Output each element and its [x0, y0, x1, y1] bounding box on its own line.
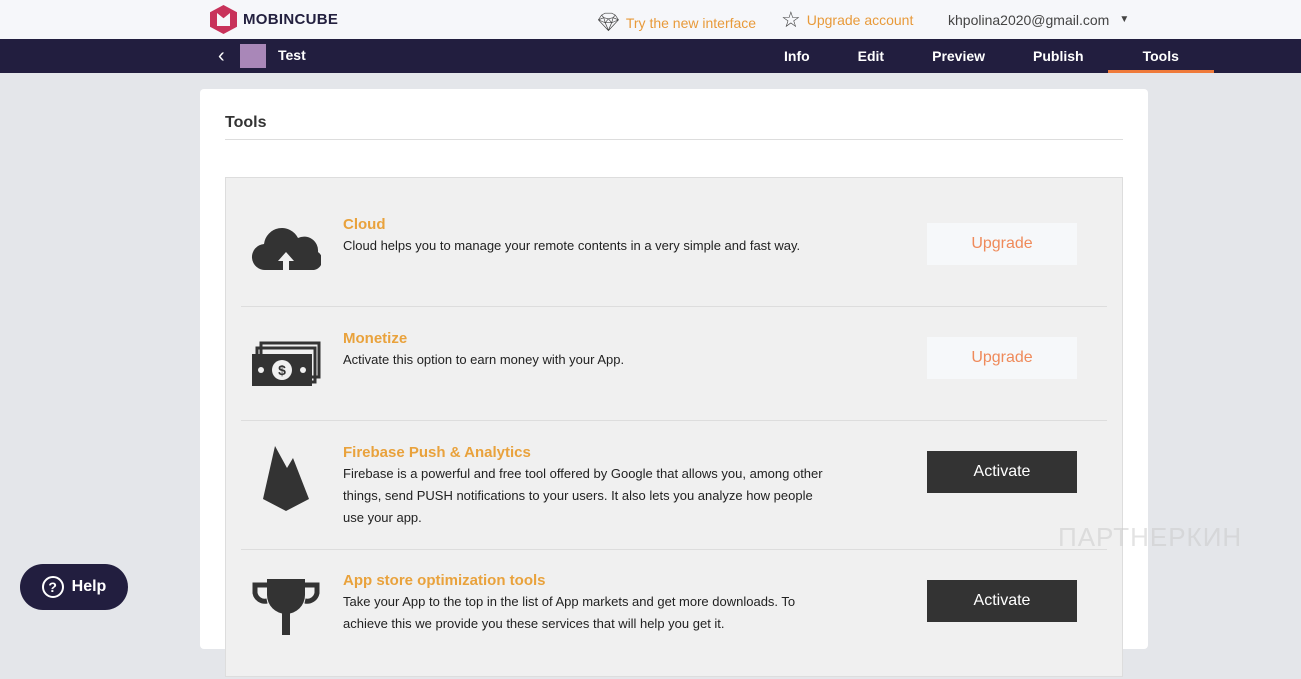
- tool-description: Firebase is a powerful and free tool off…: [343, 466, 823, 525]
- tool-description: Take your App to the top in the list of …: [343, 594, 796, 631]
- star-icon: ☆: [781, 7, 801, 32]
- logo-icon: [210, 5, 237, 34]
- tools-list: Cloud Cloud helps you to manage your rem…: [225, 177, 1123, 677]
- tools-card: Tools Cloud Cloud helps you to manage yo…: [200, 89, 1148, 677]
- user-menu[interactable]: khpolina2020@gmail.com ▼: [948, 12, 1129, 28]
- cloud-upload-icon: [252, 228, 321, 271]
- tab-tools[interactable]: Tools: [1107, 39, 1214, 73]
- tool-title: App store optimization tools: [343, 572, 546, 589]
- tool-row-monetize: $ Monetize Activate this option to earn …: [241, 307, 1107, 421]
- firebase-icon: [263, 446, 309, 511]
- watermark: ПАРТНЕРКИН: [1058, 522, 1243, 552]
- help-button[interactable]: ? Help: [20, 564, 128, 610]
- try-new-interface-link[interactable]: 💎︎ Try the new interface: [597, 12, 756, 33]
- app-navbar: ‹ Test Info Edit Preview Publish Tools: [0, 39, 1301, 73]
- tab-preview[interactable]: Preview: [908, 39, 1009, 73]
- page-title: Tools: [225, 114, 267, 131]
- tool-description: Activate this option to earn money with …: [343, 352, 625, 367]
- app-name: Test: [278, 47, 306, 63]
- tool-title: Cloud: [343, 216, 386, 233]
- aso-activate-button[interactable]: Activate: [927, 580, 1077, 622]
- tab-info[interactable]: Info: [760, 39, 834, 73]
- svg-text:$: $: [278, 362, 286, 378]
- back-icon[interactable]: ‹: [218, 45, 225, 68]
- tool-title: Firebase Push & Analytics: [343, 444, 531, 461]
- divider: [225, 139, 1123, 140]
- tool-title: Monetize: [343, 330, 408, 347]
- monetize-upgrade-button[interactable]: Upgrade: [927, 337, 1077, 379]
- money-icon: $: [252, 341, 321, 386]
- tab-edit[interactable]: Edit: [834, 39, 908, 73]
- app-thumbnail: [240, 44, 266, 68]
- tool-description: Cloud helps you to manage your remote co…: [343, 238, 801, 253]
- tool-row-firebase: Firebase Push & Analytics Firebase is a …: [241, 421, 1107, 550]
- trophy-icon: [252, 579, 320, 635]
- tool-row-aso: App store optimization tools Take your A…: [241, 550, 1107, 679]
- tool-row-cloud: Cloud Cloud helps you to manage your rem…: [241, 178, 1107, 307]
- tab-publish[interactable]: Publish: [1009, 39, 1108, 73]
- top-bar: MOBINCUBE 💎︎ Try the new interface ☆ Upgra…: [0, 0, 1301, 39]
- question-icon: ?: [41, 576, 64, 598]
- logo[interactable]: MOBINCUBE: [210, 5, 338, 34]
- caret-down-icon: ▼: [1119, 14, 1130, 25]
- upgrade-account-link[interactable]: ☆ Upgrade account: [781, 7, 913, 32]
- firebase-activate-button[interactable]: Activate: [927, 451, 1077, 493]
- diamond-icon: 💎︎: [597, 12, 620, 32]
- cloud-upgrade-button[interactable]: Upgrade: [927, 223, 1077, 265]
